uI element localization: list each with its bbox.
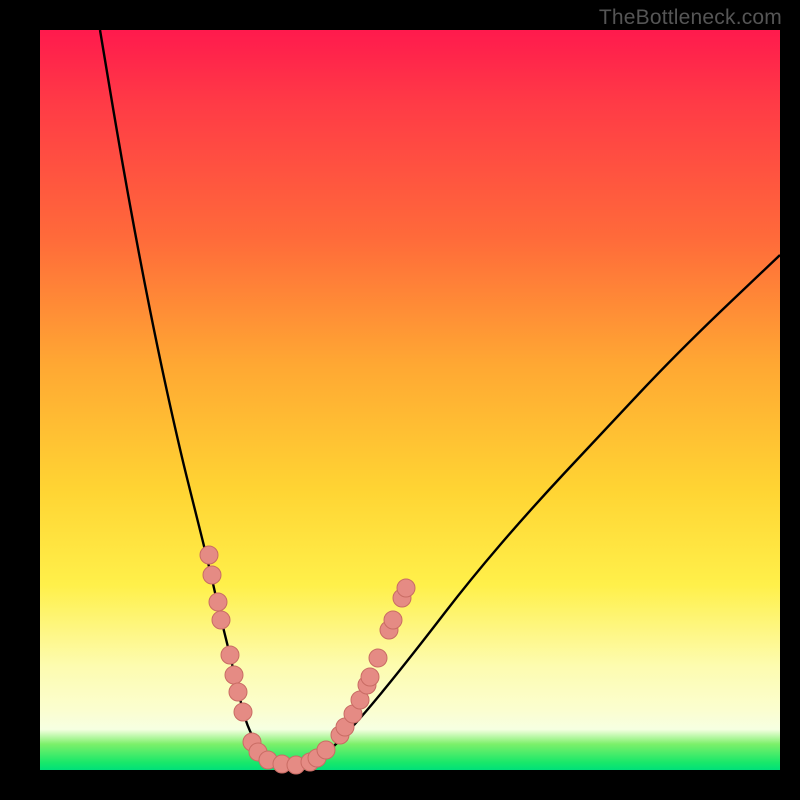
marker-point — [229, 683, 247, 701]
marker-group — [200, 546, 415, 774]
watermark-text: TheBottleneck.com — [599, 6, 782, 30]
marker-point — [384, 611, 402, 629]
bottleneck-curve — [100, 30, 780, 765]
marker-point — [397, 579, 415, 597]
marker-point — [369, 649, 387, 667]
marker-point — [234, 703, 252, 721]
marker-point — [200, 546, 218, 564]
chart-frame: TheBottleneck.com — [0, 0, 800, 800]
marker-point — [361, 668, 379, 686]
marker-point — [203, 566, 221, 584]
curve-layer — [40, 30, 780, 770]
marker-point — [209, 593, 227, 611]
marker-point — [212, 611, 230, 629]
marker-point — [317, 741, 335, 759]
marker-point — [225, 666, 243, 684]
marker-point — [221, 646, 239, 664]
